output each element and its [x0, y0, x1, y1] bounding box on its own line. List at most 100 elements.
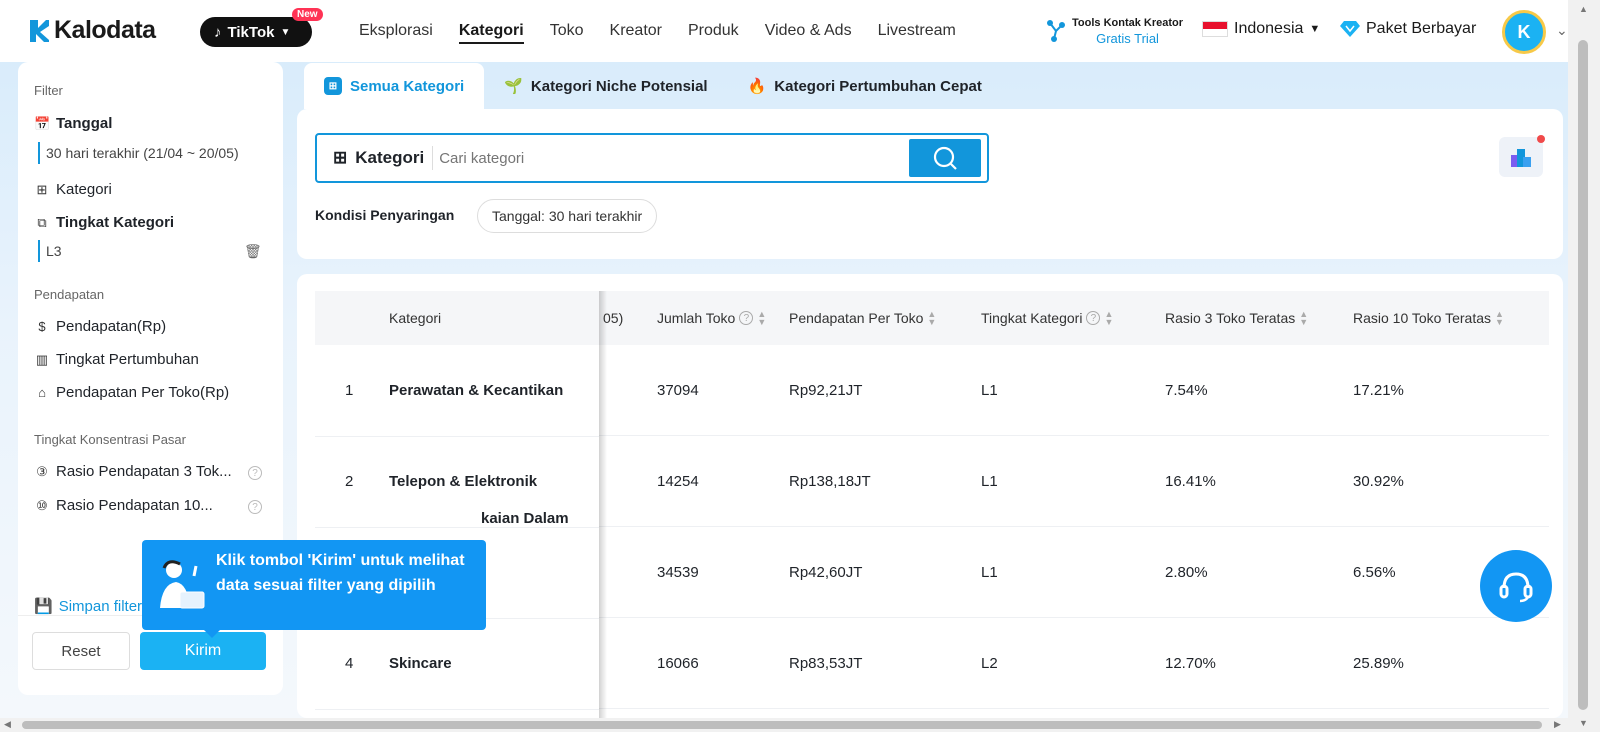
circle-3-icon: ③ — [36, 463, 48, 479]
cell-toko: 34539 — [657, 564, 699, 581]
scroll-left-icon[interactable]: ◀ — [4, 719, 11, 730]
cell-toko: 14254 — [657, 473, 699, 490]
headset-icon — [1499, 572, 1533, 603]
rasio-10-filter[interactable]: ⑩ Rasio Pendapatan 10... — [34, 497, 213, 514]
platform-selector[interactable]: ♪ TikTok ▼ — [200, 17, 312, 47]
kirim-button[interactable]: Kirim — [140, 632, 266, 670]
pendapatan-filter[interactable]: $ Pendapatan(Rp) — [34, 318, 166, 335]
tab-label: Kategori Niche Potensial — [530, 77, 708, 95]
fixed-category-column: Kategori 1 Perawatan & Kecantikan 2 Tele… — [315, 291, 599, 718]
help-icon[interactable]: ? — [248, 466, 262, 480]
konsentrasi-section: Tingkat Konsentrasi Pasar — [34, 432, 186, 447]
tingkat-value[interactable]: L3 — [38, 240, 62, 262]
search-input[interactable] — [433, 149, 909, 167]
scroll-up-icon[interactable]: ▲ — [1579, 4, 1588, 14]
horizontal-scrollbar[interactable]: ◀ ▶ — [0, 718, 1568, 732]
tab-pertumbuhan-cepat[interactable]: 🔥 Kategori Pertumbuhan Cepat — [728, 63, 1002, 109]
tingkat-label: Tingkat Kategori — [56, 214, 175, 231]
tools-kontak-kreator[interactable]: Tools Kontak Kreator Gratis Trial — [1046, 16, 1183, 46]
reset-button[interactable]: Reset — [32, 632, 130, 670]
column-shadow — [599, 291, 607, 718]
cell-per-toko: Rp92,21JT — [789, 382, 863, 399]
pendapatan-section: Pendapatan — [34, 287, 105, 302]
trash-icon[interactable]: 🗑 — [244, 243, 262, 260]
kirim-tooltip: Klik tombol 'Kirim' untuk melihat data s… — [142, 540, 486, 638]
customer-support-button[interactable] — [1480, 550, 1552, 622]
tingkat-kategori-filter[interactable]: ⧉ Tingkat Kategori — [34, 214, 174, 231]
help-icon[interactable]: ? — [248, 500, 262, 514]
fire-icon: 🔥 — [747, 78, 767, 95]
nav-kategori[interactable]: Kategori — [446, 0, 537, 62]
nav-toko[interactable]: Toko — [537, 0, 597, 62]
sort-icon[interactable]: ▲ ▼ — [927, 310, 936, 327]
grid-icon: ⊞ — [333, 148, 348, 167]
diamond-icon — [1340, 21, 1360, 37]
nav-kreator[interactable]: Kreator — [597, 0, 675, 62]
pendapatan-per-toko-filter[interactable]: ⌂ Pendapatan Per Toko(Rp) — [34, 384, 229, 401]
top-bar: Kalodata ♪ TikTok ▼ New Eksplorasi Kateg… — [0, 0, 1568, 62]
sort-icon[interactable]: ▲ ▼ — [1495, 310, 1504, 327]
cell-rank: 2 — [345, 473, 354, 490]
nav-video-ads[interactable]: Video & Ads — [752, 0, 865, 62]
cell-r10: 25.89% — [1353, 655, 1404, 672]
paket-berbayar-button[interactable]: Paket Berbayar — [1340, 20, 1476, 38]
scroll-right-icon[interactable]: ▶ — [1554, 719, 1561, 730]
tools-title: Tools Kontak Kreator — [1072, 17, 1184, 29]
cell-r3: 7.54% — [1165, 382, 1208, 399]
scrollbar-thumb[interactable] — [22, 721, 1542, 729]
vertical-scrollbar[interactable]: ▲ ▼ — [1568, 0, 1600, 732]
col-rasio-3[interactable]: Rasio 3 Toko Teratas ▲ ▼ — [1165, 291, 1308, 345]
filter-chip[interactable]: Tanggal: 30 hari terakhir — [477, 199, 658, 233]
simpan-filter-button[interactable]: 💾 Simpan filter — [34, 597, 142, 616]
col-jumlah-toko[interactable]: Jumlah Toko ? ▲ ▼ — [657, 291, 766, 345]
tanggal-filter[interactable]: 📅 Tanggal — [34, 115, 112, 132]
nav-eksplorasi[interactable]: Eksplorasi — [346, 0, 446, 62]
tab-niche-potensial[interactable]: 🌱 Kategori Niche Potensial — [484, 63, 727, 109]
cell-category-name[interactable]: kaian Dalam — [481, 503, 569, 533]
notification-dot — [1537, 135, 1545, 143]
sort-icon[interactable]: ▲ ▼ — [1299, 310, 1308, 327]
kategori-label: Kategori — [56, 181, 112, 198]
tab-semua-kategori[interactable]: ⊞ Semua Kategori — [304, 63, 485, 109]
pendapatan-label: Pendapatan(Rp) — [56, 318, 167, 335]
search-category-label: ⊞ Kategori — [317, 146, 434, 170]
search-button[interactable] — [909, 139, 981, 177]
kreator-tool-icon — [1047, 20, 1065, 42]
scroll-down-icon[interactable]: ▼ — [1579, 718, 1588, 728]
cell-category-name[interactable]: Skincare — [389, 618, 452, 709]
cell-category-name[interactable]: Perawatan & Kecantikan — [389, 345, 563, 436]
help-icon[interactable]: ? — [1086, 311, 1101, 325]
sort-icon[interactable]: ▲ ▼ — [1104, 310, 1113, 327]
col-pendapatan-per-toko[interactable]: Pendapatan Per Toko ▲ ▼ — [789, 291, 936, 345]
sort-icon[interactable]: ▲ ▼ — [757, 310, 766, 327]
cell-tingkat: L1 — [981, 382, 998, 399]
tanggal-value[interactable]: 30 hari terakhir (21/04 ~ 20/05) — [38, 142, 239, 164]
scrollbar-thumb[interactable] — [1578, 40, 1588, 710]
kategori-filter[interactable]: ⊞ Kategori — [34, 181, 112, 198]
logo[interactable]: Kalodata — [28, 16, 156, 45]
language-selector[interactable]: Indonesia ▼ — [1202, 20, 1320, 38]
col-rasio-10[interactable]: Rasio 10 Toko Teratas ▲ ▼ — [1353, 291, 1504, 345]
category-tabs: ⊞ Semua Kategori 🌱 Kategori Niche Potens… — [304, 63, 1002, 109]
nav-livestream[interactable]: Livestream — [865, 0, 969, 62]
col-label: Tingkat Kategori — [981, 310, 1083, 326]
person-laptop-icon — [160, 560, 205, 609]
chart-widget-icon[interactable] — [1499, 135, 1545, 177]
col-label: Rasio 10 Toko Teratas — [1353, 310, 1492, 326]
pertumbuhan-filter[interactable]: ▥ Tingkat Pertumbuhan — [34, 351, 199, 368]
col-tingkat-kategori[interactable]: Tingkat Kategori ? ▲ ▼ — [981, 291, 1113, 345]
cell-rank: 1 — [345, 382, 354, 399]
language-label: Indonesia — [1234, 20, 1304, 37]
tanggal-label: Tanggal — [56, 115, 113, 132]
cell-per-toko: Rp83,53JT — [789, 655, 863, 672]
rasio-10-label: Rasio Pendapatan 10... — [56, 497, 213, 514]
help-icon[interactable]: ? — [739, 311, 754, 325]
pendapatan-per-toko-label: Pendapatan Per Toko(Rp) — [56, 384, 230, 401]
circle-10-icon: ⑩ — [36, 497, 48, 513]
nav-produk[interactable]: Produk — [675, 0, 752, 62]
chevron-down-icon[interactable]: ⌄ — [1556, 22, 1568, 39]
rasio-3-filter[interactable]: ③ Rasio Pendapatan 3 Tok... — [34, 463, 232, 480]
indonesia-flag-icon — [1202, 21, 1228, 37]
avatar[interactable]: K — [1502, 10, 1546, 54]
chevron-down-icon: ▼ — [280, 26, 291, 38]
